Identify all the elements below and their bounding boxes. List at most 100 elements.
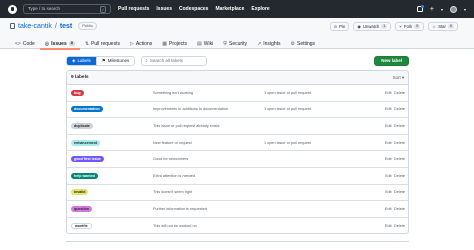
tab-insights[interactable]: ↗ Insights — [252, 38, 285, 49]
tab-actions[interactable]: ▷ Actions — [125, 38, 157, 49]
delete-label-button[interactable]: Delete — [394, 124, 405, 128]
pin-button[interactable]: ⊙ Pin — [329, 22, 350, 31]
label-pill[interactable]: enhancement — [71, 139, 101, 146]
delete-label-button[interactable]: Delete — [394, 190, 405, 194]
nav-marketplace[interactable]: Marketplace — [215, 6, 244, 12]
label-usage-link[interactable]: 1 open issue or pull request — [264, 141, 311, 145]
edit-label-button[interactable]: Edit — [385, 207, 392, 211]
labels-count: 9 labels — [71, 75, 89, 80]
unwatch-button[interactable]: ◉ Unwatch 1 — [353, 22, 392, 31]
delete-label-button[interactable]: Delete — [394, 224, 405, 228]
tab-projects-label: Projects — [168, 40, 188, 47]
new-label-button[interactable]: New label — [374, 55, 409, 66]
tab-security-label: Security — [229, 40, 248, 47]
create-menu-caret-icon[interactable]: ▾ — [441, 7, 443, 12]
delete-label-button[interactable]: Delete — [394, 157, 405, 161]
delete-label-button[interactable]: Delete — [394, 174, 405, 178]
fork-button[interactable]: ⑂ Fork 0 — [395, 22, 425, 31]
nav-codespaces[interactable]: Codespaces — [179, 6, 208, 12]
pull-request-icon: ⇅ — [84, 40, 90, 47]
nav-pull-requests[interactable]: Pull requests — [118, 6, 149, 12]
global-header: Type / to search / Pull requests Issues … — [0, 0, 474, 18]
repo-name-link[interactable]: test — [60, 23, 72, 30]
repo-owner-link[interactable]: take-cantik — [18, 23, 52, 30]
labels-list: 9 labels Sort ▾ bug Something isn't worki… — [66, 70, 409, 234]
delete-label-button[interactable]: Delete — [394, 141, 405, 145]
label-pill[interactable]: documentation — [71, 106, 103, 113]
delete-label-button[interactable]: Delete — [394, 91, 405, 95]
issue-icon: ◎ — [44, 40, 50, 47]
label-row: invalid This doesn't seem right Edit Delete — [67, 185, 408, 202]
pin-icon: ⊙ — [333, 24, 338, 29]
unwatch-label: Unwatch — [362, 24, 380, 29]
label-usage-link[interactable]: 1 open issue or pull request — [264, 91, 311, 95]
milestones-subnav-tab[interactable]: ⚑ Milestones — [95, 56, 135, 65]
footer-divider — [66, 241, 409, 242]
search-icon: ⌕ — [145, 58, 148, 63]
delete-label-button[interactable]: Delete — [394, 207, 405, 211]
fork-count: 0 — [414, 24, 421, 29]
label-search-input[interactable]: ⌕ Search all labels — [141, 55, 208, 66]
labels-list-header: 9 labels Sort ▾ — [67, 71, 408, 85]
tab-settings[interactable]: ⚙ Settings — [286, 38, 321, 49]
label-pill[interactable]: question — [71, 205, 92, 212]
visibility-badge: Public — [78, 22, 98, 30]
label-usage-link[interactable]: 1 open issue or pull request — [264, 107, 311, 111]
edit-label-button[interactable]: Edit — [385, 190, 392, 194]
label-row: question Further information is requested… — [67, 201, 408, 218]
nav-explore[interactable]: Explore — [251, 6, 269, 12]
edit-label-button[interactable]: Edit — [385, 157, 392, 161]
play-icon: ▷ — [129, 40, 134, 47]
tab-security[interactable]: ⛨ Security — [218, 38, 252, 49]
label-row: help wanted Extra attention is needed Edit… — [67, 168, 408, 185]
tab-issues[interactable]: ◎ Issues 8 — [39, 38, 80, 50]
global-nav: Pull requests Issues Codespaces Marketpl… — [118, 6, 270, 12]
label-pill[interactable]: wontfix — [71, 223, 92, 230]
label-pill[interactable]: bug — [71, 89, 84, 96]
tag-icon: ◈ — [72, 57, 76, 63]
edit-label-button[interactable]: Edit — [385, 107, 392, 111]
github-logo-icon[interactable] — [8, 4, 17, 14]
edit-label-button[interactable]: Edit — [385, 141, 392, 145]
edit-label-button[interactable]: Edit — [385, 124, 392, 128]
sort-dropdown[interactable]: Sort ▾ — [393, 75, 404, 81]
tab-wiki[interactable]: ▤ Wiki — [192, 38, 218, 49]
book-icon: ▤ — [197, 40, 202, 47]
tab-insights-label: Insights — [263, 40, 281, 47]
repo-separator: / — [54, 22, 57, 30]
star-button[interactable]: ☆ Star 0 — [428, 22, 458, 31]
label-description: This issue or pull request already exist… — [153, 123, 220, 128]
label-row: wontfix This will not be worked on Edit Del… — [67, 218, 408, 233]
label-pill[interactable]: help wanted — [71, 172, 98, 179]
notifications-bell-icon[interactable] — [416, 5, 424, 12]
label-description: Something isn't working — [153, 90, 193, 95]
nav-issues[interactable]: Issues — [156, 6, 172, 12]
labels-subnav-tab[interactable]: ◈ Labels — [67, 56, 96, 65]
tab-code[interactable]: <> Code — [10, 38, 40, 49]
search-shortcut-key: / — [99, 5, 106, 13]
label-row: bug Something isn't working 1 open issue o… — [67, 85, 408, 102]
edit-label-button[interactable]: Edit — [385, 174, 392, 178]
tab-pull-requests[interactable]: ⇅ Pull requests — [80, 38, 125, 49]
create-new-plus-icon[interactable]: + — [430, 6, 434, 13]
label-pill[interactable]: invalid — [71, 189, 89, 196]
edit-label-button[interactable]: Edit — [385, 91, 392, 95]
edit-label-button[interactable]: Edit — [385, 224, 392, 228]
user-avatar[interactable] — [449, 5, 457, 13]
delete-label-button[interactable]: Delete — [394, 107, 405, 111]
fork-icon: ⑂ — [399, 24, 402, 29]
labels-subnav-label: Labels — [77, 58, 91, 63]
watch-count: 1 — [381, 24, 388, 29]
tab-issues-label: Issues — [51, 40, 67, 47]
repo-tabs: <> Code ◎ Issues 8 ⇅ Pull requests ▷ Actions … — [10, 38, 321, 50]
pin-label: Pin — [339, 24, 346, 29]
global-search-input[interactable]: Type / to search / — [23, 4, 111, 14]
label-pill[interactable]: good first issue — [71, 156, 104, 163]
label-description: This will not be worked on — [153, 224, 197, 229]
label-pill[interactable]: duplicate — [71, 122, 93, 129]
labels-rows: bug Something isn't working 1 open issue o… — [67, 85, 408, 233]
tab-wiki-label: Wiki — [203, 40, 214, 47]
tab-projects[interactable]: ▦ Projects — [157, 38, 192, 49]
user-menu-caret-icon[interactable]: ▾ — [464, 7, 466, 12]
issues-count: 8 — [68, 41, 75, 46]
